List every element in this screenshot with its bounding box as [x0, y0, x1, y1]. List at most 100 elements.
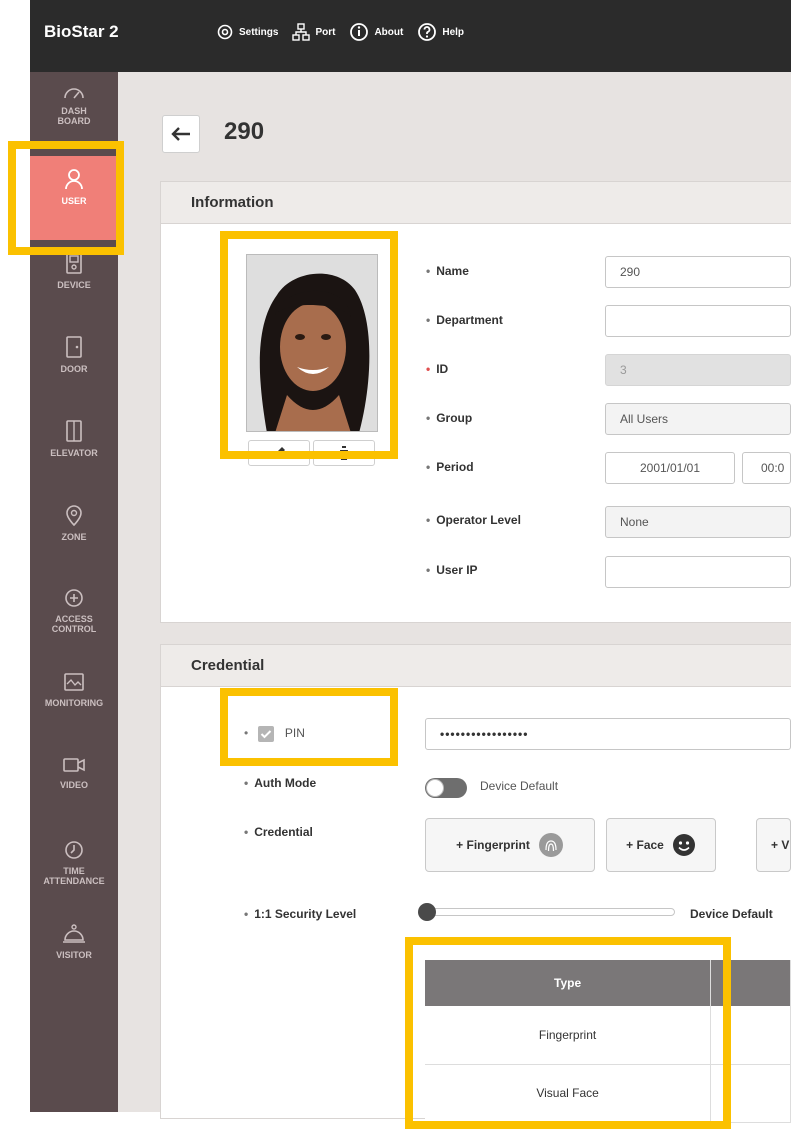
- add-fingerprint-button[interactable]: + Fingerprint: [425, 818, 595, 872]
- sidebar-item-label: ELEVATOR: [50, 448, 98, 458]
- extra-column-header: [710, 960, 791, 1006]
- pencil-icon: [274, 447, 285, 458]
- access-control-icon: [65, 589, 83, 607]
- operator-level-label: • Operator Level: [426, 513, 521, 527]
- monitoring-icon: [64, 673, 84, 691]
- sidebar-item-label: VISITOR: [56, 950, 92, 960]
- user-ip-label: • User IP: [426, 563, 478, 577]
- table-row[interactable]: Fingerprint: [425, 1006, 791, 1065]
- face-icon: [672, 834, 695, 856]
- information-header: Information: [161, 182, 791, 224]
- sidebar-item-monitoring[interactable]: MONITORING: [30, 660, 118, 744]
- sidebar-item-dashboard[interactable]: DASH BOARD: [30, 72, 118, 156]
- fingerprint-icon: [538, 833, 563, 857]
- sidebar-item-label: DEVICE: [57, 280, 91, 290]
- sidebar-item-label: ZONE: [61, 532, 87, 542]
- sidebar-item-label: DOOR: [60, 364, 88, 374]
- port-label: Port: [315, 26, 336, 38]
- auth-mode-value: Device Default: [480, 779, 559, 793]
- top-nav: Settings Port About Help: [216, 22, 478, 42]
- period-label: • Period: [426, 460, 474, 474]
- user-photo: [246, 254, 378, 432]
- credential-table: Type Fingerprint Visual Face: [425, 960, 791, 1123]
- delete-photo-button[interactable]: [313, 440, 375, 466]
- group-label: • Group: [426, 411, 473, 425]
- sidebar-item-label: USER: [61, 196, 87, 206]
- credential-label: • Credential: [244, 825, 313, 839]
- door-icon: [66, 336, 82, 358]
- sidebar-item-device[interactable]: DEVICE: [30, 240, 118, 324]
- app-title: BioStar 2: [44, 22, 119, 41]
- sidebar-item-door[interactable]: DOOR: [30, 324, 118, 408]
- auth-mode-toggle[interactable]: [425, 778, 467, 798]
- sidebar-item-visitor[interactable]: VISITOR: [30, 912, 118, 996]
- table-header-row: Type: [425, 960, 791, 1006]
- sidebar-item-label: MONITORING: [44, 698, 104, 708]
- visitor-icon: [63, 924, 85, 943]
- video-icon: [63, 758, 85, 772]
- help-icon: [418, 23, 437, 41]
- department-label: • Department: [426, 313, 503, 327]
- sidebar-item-label: VIDEO: [59, 780, 88, 790]
- sidebar-item-label: DASH BOARD: [57, 106, 91, 126]
- about-link[interactable]: About: [349, 22, 403, 42]
- table-cell-type: Visual Face: [425, 1064, 712, 1123]
- table-cell-type: Fingerprint: [425, 1006, 712, 1065]
- clock-icon: [65, 841, 83, 859]
- arrow-left-icon: [171, 127, 190, 141]
- table-row[interactable]: Visual Face: [425, 1064, 791, 1123]
- device-icon: [66, 252, 82, 274]
- pin-field[interactable]: •••••••••••••••••: [425, 718, 791, 750]
- top-bar: BioStar 2 Settings Port About Help: [30, 0, 791, 72]
- sidebar: DASH BOARD USER DEVICE DOOR ELEVATOR ZON…: [30, 72, 118, 1112]
- back-button[interactable]: [162, 115, 200, 153]
- trash-icon: [339, 446, 349, 460]
- type-column-header: Type: [425, 960, 712, 1006]
- dashboard-icon: [64, 88, 84, 99]
- id-label: • ID: [426, 362, 449, 376]
- sidebar-item-zone[interactable]: ZONE: [30, 492, 118, 576]
- about-label: About: [374, 26, 404, 38]
- table-cell-extra: [710, 1064, 791, 1123]
- department-field[interactable]: [605, 305, 791, 337]
- user-icon: [65, 169, 83, 190]
- auth-mode-label: • Auth Mode: [244, 776, 317, 790]
- sidebar-item-label: TIME ATTENDANCE: [43, 866, 105, 886]
- security-level-value: Device Default: [690, 907, 773, 921]
- period-start-date[interactable]: 2001/01/01: [605, 452, 735, 484]
- sidebar-item-elevator[interactable]: ELEVATOR: [30, 408, 118, 492]
- add-face-button[interactable]: + Face: [606, 818, 716, 872]
- settings-label: Settings: [239, 26, 279, 38]
- settings-link[interactable]: Settings: [216, 23, 278, 41]
- operator-level-select[interactable]: None: [605, 506, 791, 538]
- zone-icon: [66, 505, 82, 526]
- user-ip-field[interactable]: [605, 556, 791, 588]
- info-icon: [350, 23, 369, 41]
- port-link[interactable]: Port: [292, 23, 335, 41]
- id-field: 3: [605, 354, 791, 386]
- security-level-handle[interactable]: [418, 903, 436, 921]
- sidebar-item-label: ACCESS CONTROL: [51, 614, 97, 634]
- pin-label: PIN: [284, 726, 305, 741]
- network-icon: [292, 23, 311, 41]
- group-select[interactable]: All Users: [605, 403, 791, 435]
- credential-header: Credential: [161, 645, 791, 687]
- help-link[interactable]: Help: [417, 22, 464, 42]
- edit-photo-button[interactable]: [248, 440, 310, 466]
- gear-icon: [217, 24, 233, 40]
- sidebar-item-user[interactable]: USER: [30, 156, 118, 240]
- name-label: • Name: [426, 264, 469, 278]
- add-visual-face-button[interactable]: + V: [756, 818, 791, 872]
- security-level-slider[interactable]: [425, 908, 675, 916]
- sidebar-item-time-attendance[interactable]: TIME ATTENDANCE: [30, 828, 118, 912]
- sidebar-item-access-control[interactable]: ACCESS CONTROL: [30, 576, 118, 660]
- period-start-time[interactable]: 00:0: [742, 452, 791, 484]
- elevator-icon: [66, 420, 82, 442]
- table-cell-extra: [710, 1006, 791, 1065]
- sidebar-item-video[interactable]: VIDEO: [30, 744, 118, 828]
- page-title: 290: [224, 118, 265, 145]
- pin-checkbox-row[interactable]: • PIN: [244, 726, 305, 742]
- help-label: Help: [442, 26, 465, 38]
- name-field[interactable]: 290: [605, 256, 791, 288]
- pin-checkbox[interactable]: [257, 726, 274, 742]
